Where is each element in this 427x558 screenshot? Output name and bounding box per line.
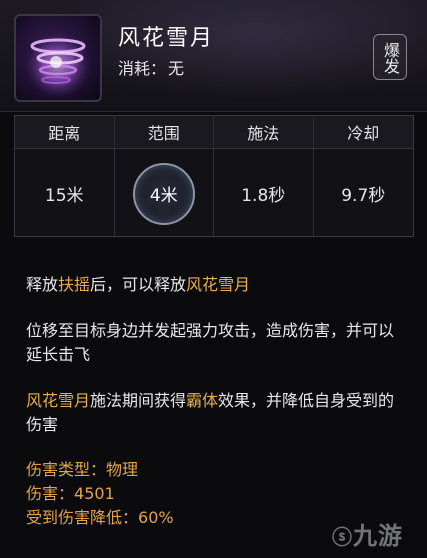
skill-cost: 消耗：无 — [118, 55, 184, 79]
damage-label: 伤害： — [26, 484, 75, 503]
desc-keyword: 霸体 — [186, 391, 219, 410]
desc-keyword: 风花雪月 — [26, 391, 91, 410]
cost-label: 消耗： — [118, 59, 167, 78]
description-line-1: 释放扶摇后，可以释放风花雪月 — [26, 273, 406, 297]
watermark-text: 九游 — [353, 522, 403, 550]
watermark-logo: ⓢ九游 — [332, 516, 403, 551]
stats-value-row: 15米 4米 1.8秒 9.7秒 — [15, 149, 413, 238]
stat-value-cooldown: 9.7秒 — [341, 186, 386, 206]
desc-keyword: 风花雪月 — [186, 275, 251, 294]
stat-header-cooldown: 冷却 — [347, 124, 380, 143]
wind-flower-icon — [24, 28, 92, 96]
damage-reduction-label: 受到伤害降低： — [26, 508, 139, 527]
stat-value-cast: 1.8秒 — [214, 149, 314, 238]
damage-reduction-value: 60% — [138, 508, 174, 527]
desc-text: 施法期间获得 — [90, 391, 187, 410]
burst-badge: 爆发 — [373, 34, 407, 80]
skill-name: 风花雪月 — [118, 26, 215, 51]
stat-header-distance: 距离 — [15, 116, 115, 148]
damage-line: 伤害：4501 — [26, 482, 406, 506]
damage-type-line: 伤害类型：物理 — [26, 458, 406, 482]
description-line-3: 风花雪月施法期间获得霸体效果，并降低自身受到的伤害 — [26, 389, 406, 437]
stat-header-cast: 施法 — [214, 116, 314, 148]
cost-value: 无 — [168, 59, 185, 78]
stat-value-distance: 15米 — [15, 149, 115, 238]
skill-stats-table: 距离 范围 施法 冷却 15米 4米 1.8秒 9.7秒 — [14, 115, 414, 238]
damage-type-label: 伤害类型： — [26, 460, 107, 479]
watermark-icon: ⓢ — [332, 525, 353, 549]
damage-value: 4501 — [74, 484, 115, 503]
description-line-2: 位移至目标身边并发起强力攻击，造成伤害，并可以延长击飞 — [26, 321, 395, 364]
damage-type-value: 物理 — [106, 460, 139, 479]
stat-value-range: 4米 — [132, 162, 195, 225]
desc-keyword: 扶摇 — [58, 275, 91, 294]
stats-header-row: 距离 范围 施法 冷却 — [15, 116, 413, 149]
skill-icon — [14, 14, 102, 102]
stat-range-cell: 4米 — [115, 149, 214, 238]
desc-text: 后，可以释放 — [90, 275, 187, 294]
stat-header-range: 范围 — [115, 116, 214, 148]
desc-text: 释放 — [26, 275, 59, 294]
skill-header: 风花雪月 消耗：无 爆发 — [0, 0, 427, 112]
